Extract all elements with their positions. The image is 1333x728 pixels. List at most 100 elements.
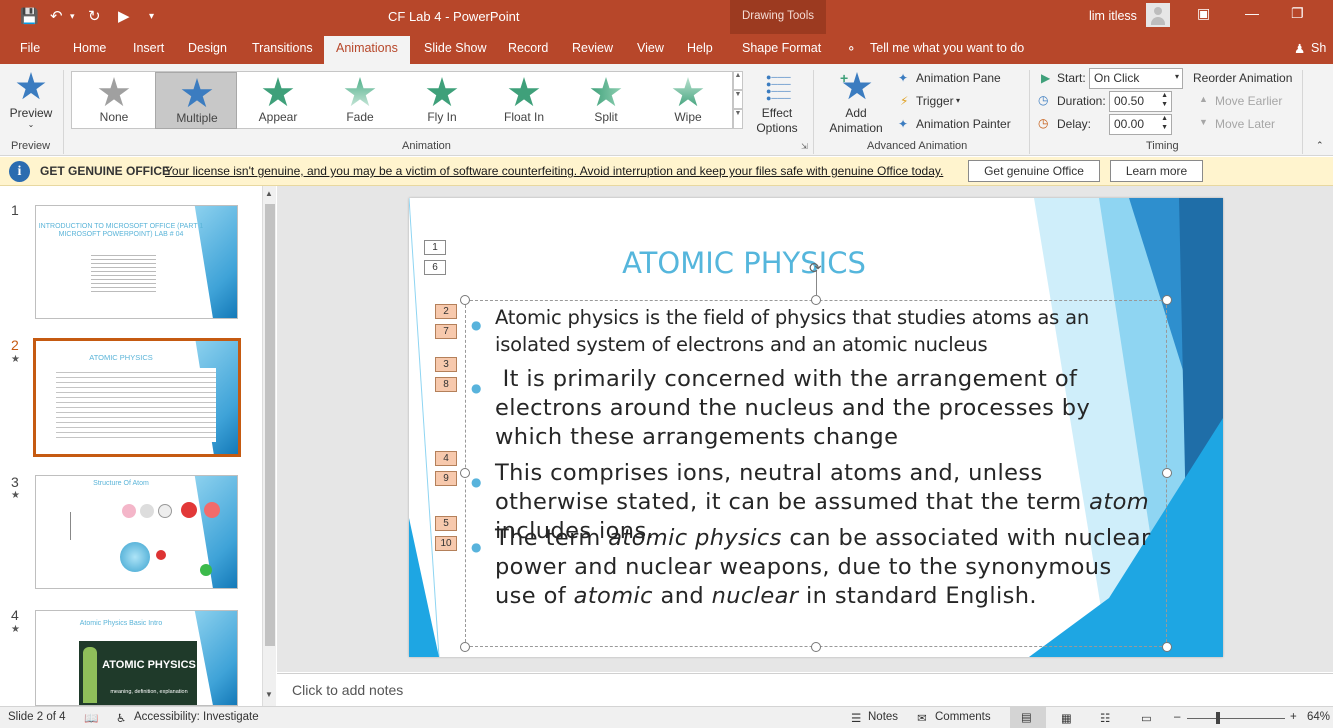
tell-me-search[interactable]: Tell me what you want to do xyxy=(870,41,1024,55)
bullet-paragraph-4[interactable]: ● The term atomic physics can be associa… xyxy=(471,524,1155,611)
thumbnail-slide-4[interactable]: Atomic Physics Basic Intro ATOMIC PHYSIC… xyxy=(35,610,238,706)
resize-handle[interactable] xyxy=(460,642,470,652)
dialog-launcher-icon[interactable]: ⇲ xyxy=(801,142,808,151)
resize-handle[interactable] xyxy=(460,295,470,305)
scroll-down-icon[interactable]: ▼ xyxy=(265,690,273,699)
resize-handle[interactable] xyxy=(1162,642,1172,652)
notes-button[interactable]: Notes xyxy=(868,711,898,723)
resize-handle[interactable] xyxy=(1162,295,1172,305)
animation-float-in[interactable]: Float In xyxy=(483,72,565,129)
thumbnail-slide-2[interactable]: ATOMIC PHYSICS xyxy=(33,338,241,457)
tab-record[interactable]: Record xyxy=(508,41,548,55)
tab-transitions[interactable]: Transitions xyxy=(252,41,313,55)
move-later-button[interactable]: Move Later xyxy=(1215,117,1275,131)
animation-pane-button[interactable]: Animation Pane xyxy=(916,71,1001,85)
animation-tag[interactable]: 6 xyxy=(424,260,446,275)
animation-fly-in[interactable]: Fly In xyxy=(401,72,483,129)
info-message-link[interactable]: Your license isn't genuine, and you may … xyxy=(165,164,943,178)
spelling-icon[interactable]: 📖 xyxy=(84,711,98,725)
move-earlier-button[interactable]: Move Earlier xyxy=(1215,94,1282,108)
bullet-paragraph-2[interactable]: ● It is primarily concerned with the arr… xyxy=(471,365,1155,452)
add-animation-button[interactable]: + Add Animation xyxy=(820,70,892,140)
animation-tag[interactable]: 1 xyxy=(424,240,446,255)
tab-review[interactable]: Review xyxy=(572,41,613,55)
accessibility-status[interactable]: Accessibility: Investigate xyxy=(134,711,259,723)
animation-split[interactable]: Split xyxy=(565,72,647,129)
animation-tag[interactable]: 2 xyxy=(435,304,457,319)
redo-icon[interactable]: ↻ xyxy=(88,7,101,25)
animation-wipe[interactable]: Wipe xyxy=(647,72,729,129)
accessibility-icon[interactable]: ♿ xyxy=(116,711,126,725)
zoom-slider[interactable] xyxy=(1187,718,1285,719)
slide-title[interactable]: ATOMIC PHYSICS xyxy=(409,246,1079,280)
collapse-ribbon-icon[interactable]: ⌃ xyxy=(1316,140,1324,151)
preview-button[interactable]: Preview ⌄ xyxy=(8,70,56,134)
tab-help[interactable]: Help xyxy=(687,41,713,55)
undo-dropdown-icon[interactable]: ▾ xyxy=(70,11,75,22)
animation-tag[interactable]: 7 xyxy=(435,324,457,339)
animation-fade[interactable]: Fade xyxy=(319,72,401,129)
scroll-up-icon[interactable]: ▲ xyxy=(265,189,273,198)
delay-stepper[interactable]: 00.00 ▲ ▼ xyxy=(1109,114,1172,135)
start-select[interactable]: On Click ▾ xyxy=(1089,68,1183,89)
normal-view-button[interactable]: ▤ xyxy=(1010,707,1046,728)
animation-tag[interactable]: 3 xyxy=(435,357,457,372)
customize-toolbar-icon[interactable]: ▾ xyxy=(149,11,154,22)
trigger-button[interactable]: Trigger xyxy=(916,94,954,108)
user-name[interactable]: lim itless xyxy=(1089,9,1137,23)
resize-handle[interactable] xyxy=(811,642,821,652)
tab-animations[interactable]: Animations xyxy=(324,36,410,64)
notes-pane[interactable]: Click to add notes xyxy=(277,673,1333,706)
tab-view[interactable]: View xyxy=(637,41,664,55)
get-genuine-office-button[interactable]: Get genuine Office xyxy=(968,160,1100,182)
resize-handle[interactable] xyxy=(1162,468,1172,478)
thumbnail-scrollbar[interactable]: ▲ ▼ xyxy=(262,186,276,706)
tab-home[interactable]: Home xyxy=(73,41,106,55)
animation-tag[interactable]: 10 xyxy=(435,536,457,551)
gallery-scroll-down[interactable]: ▼ xyxy=(733,90,743,109)
slide-show-icon[interactable]: ▭ xyxy=(1141,711,1152,725)
thumbnail-slide-1[interactable]: INTRODUCTION TO MICROSOFT OFFICE (PART 1… xyxy=(35,205,238,319)
restore-icon[interactable]: ❐ xyxy=(1291,5,1304,22)
notes-placeholder[interactable]: Click to add notes xyxy=(292,682,403,698)
zoom-in-icon[interactable]: + xyxy=(1290,711,1297,723)
slide-2[interactable]: ATOMIC PHYSICS 1 6 ⟳ 2 7 ● Atomic physic… xyxy=(409,198,1223,657)
learn-more-button[interactable]: Learn more xyxy=(1110,160,1203,182)
animation-tag[interactable]: 4 xyxy=(435,451,457,466)
scroll-thumb[interactable] xyxy=(265,204,275,646)
undo-icon[interactable]: ↶ xyxy=(50,7,63,25)
tab-insert[interactable]: Insert xyxy=(133,41,164,55)
animation-tag[interactable]: 5 xyxy=(435,516,457,531)
tab-file[interactable]: File xyxy=(20,41,40,55)
resize-handle[interactable] xyxy=(460,468,470,478)
share-icon[interactable]: ♟ xyxy=(1294,41,1305,56)
zoom-slider-thumb[interactable] xyxy=(1216,712,1220,724)
duration-stepper[interactable]: 00.50 ▲ ▼ xyxy=(1109,91,1172,112)
effect-options-button[interactable]: ●─── ●─── ●─── ●─── Effect Options xyxy=(748,70,806,140)
tab-shape-format[interactable]: Shape Format xyxy=(742,41,821,55)
save-icon[interactable]: 💾 xyxy=(20,7,39,25)
tab-share[interactable]: Sh xyxy=(1311,41,1326,55)
zoom-level[interactable]: 64% xyxy=(1307,711,1330,723)
tab-design[interactable]: Design xyxy=(188,41,227,55)
gallery-scroll-up[interactable]: ▲ xyxy=(733,71,743,90)
avatar[interactable] xyxy=(1146,3,1170,27)
comments-icon[interactable]: ✉ xyxy=(917,711,927,725)
zoom-out-icon[interactable]: – xyxy=(1174,711,1180,723)
thumbnail-slide-3[interactable]: Structure Of Atom xyxy=(35,475,238,589)
reading-view-icon[interactable]: ☷ xyxy=(1100,711,1110,725)
comments-button[interactable]: Comments xyxy=(935,711,991,723)
animation-tag[interactable]: 8 xyxy=(435,377,457,392)
animation-none[interactable]: None xyxy=(73,72,155,129)
present-from-start-icon[interactable]: ▶ xyxy=(118,7,130,25)
animation-appear[interactable]: Appear xyxy=(237,72,319,129)
animation-tag[interactable]: 9 xyxy=(435,471,457,486)
notes-icon[interactable]: ☰ xyxy=(851,711,861,725)
gallery-more[interactable]: ▼ xyxy=(733,109,743,129)
minimize-icon[interactable]: — xyxy=(1245,5,1259,21)
animation-painter-button[interactable]: Animation Painter xyxy=(916,117,1011,131)
tab-slide-show[interactable]: Slide Show xyxy=(424,41,487,55)
rotate-handle-icon[interactable]: ⟳ xyxy=(809,259,822,277)
ribbon-display-icon[interactable]: ▣ xyxy=(1197,5,1210,22)
slide-sorter-icon[interactable]: ▦ xyxy=(1061,711,1072,725)
